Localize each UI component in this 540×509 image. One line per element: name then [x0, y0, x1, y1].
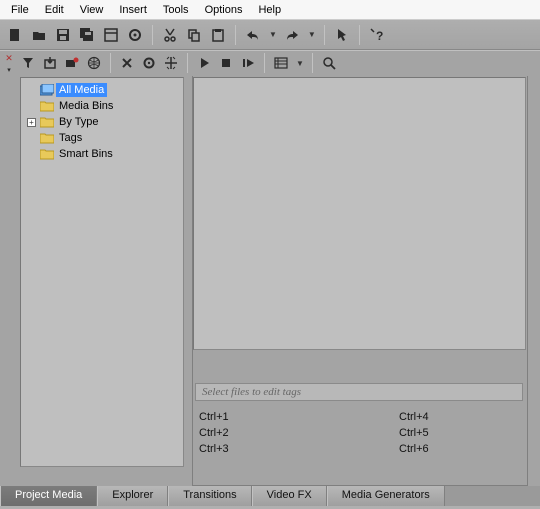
undo-icon[interactable]	[244, 26, 262, 44]
crosshair-icon[interactable]	[163, 55, 179, 71]
web-icon[interactable]	[86, 55, 102, 71]
tree-label: Smart Bins	[56, 147, 116, 161]
folder-icon	[40, 147, 54, 161]
gear2-icon[interactable]	[141, 55, 157, 71]
tree-label: All Media	[56, 83, 107, 97]
tree-row-tags[interactable]: Tags	[21, 130, 183, 146]
redo-dropdown-icon[interactable]: ▼	[308, 30, 316, 39]
tree-label: Tags	[56, 131, 85, 145]
cursor-icon[interactable]	[333, 26, 351, 44]
expand-icon[interactable]: +	[27, 118, 36, 127]
shortcut-cell[interactable]: Ctrl+4	[399, 409, 519, 425]
paste-icon[interactable]	[209, 26, 227, 44]
views-dropdown-icon[interactable]: ▼	[296, 59, 304, 68]
gear-icon[interactable]	[126, 26, 144, 44]
thumbnail-area[interactable]	[193, 77, 526, 350]
tree-label: By Type	[56, 115, 102, 129]
menu-insert[interactable]: Insert	[112, 2, 154, 18]
cut-icon[interactable]	[161, 26, 179, 44]
play-icon[interactable]	[196, 55, 212, 71]
tree-row-by-type[interactable]: + By Type	[21, 114, 183, 130]
tree-row-media-bins[interactable]: Media Bins	[21, 98, 183, 114]
views-icon[interactable]	[273, 55, 289, 71]
menu-help[interactable]: Help	[251, 2, 288, 18]
folder-icon	[40, 115, 54, 129]
menu-edit[interactable]: Edit	[38, 2, 71, 18]
filter-icon[interactable]	[20, 55, 36, 71]
menu-options[interactable]: Options	[198, 2, 250, 18]
tree-row-all-media[interactable]: All Media	[21, 82, 183, 98]
shortcut-cell[interactable]: Ctrl+5	[399, 425, 519, 441]
content-panel: Select files to edit tags Ctrl+1 Ctrl+4 …	[193, 77, 526, 509]
work-area: ✕▾ ▼ All Media Media Bins +	[0, 50, 540, 486]
shortcut-cell[interactable]: Ctrl+3	[199, 441, 399, 457]
media-toolbar: ✕▾ ▼	[0, 51, 540, 75]
folder-icon	[40, 131, 54, 145]
main-toolbar: ▼ ▼ ?	[0, 20, 540, 50]
record-icon[interactable]	[64, 55, 80, 71]
folder-icon	[40, 99, 54, 113]
search-icon[interactable]	[321, 55, 337, 71]
redo-icon[interactable]	[283, 26, 301, 44]
properties-icon[interactable]	[102, 26, 120, 44]
stop-icon[interactable]	[218, 55, 234, 71]
shortcut-cell[interactable]: Ctrl+2	[199, 425, 399, 441]
help-icon[interactable]: ?	[368, 26, 386, 44]
menu-tools[interactable]: Tools	[156, 2, 196, 18]
svg-text:?: ?	[376, 29, 383, 43]
play-from-icon[interactable]	[240, 55, 256, 71]
save-all-icon[interactable]	[78, 26, 96, 44]
open-icon[interactable]	[30, 26, 48, 44]
tree-row-smart-bins[interactable]: Smart Bins	[21, 146, 183, 162]
shortcut-cell[interactable]: Ctrl+1	[199, 409, 399, 425]
tree-label: Media Bins	[56, 99, 116, 113]
undo-dropdown-icon[interactable]: ▼	[269, 30, 277, 39]
save-icon[interactable]	[54, 26, 72, 44]
menu-file[interactable]: File	[4, 2, 36, 18]
shortcut-grid: Ctrl+1 Ctrl+4 Ctrl+2 Ctrl+5 Ctrl+3 Ctrl+…	[199, 409, 521, 457]
menu-bar: File Edit View Insert Tools Options Help	[0, 0, 540, 20]
copy-icon[interactable]	[185, 26, 203, 44]
tab-project-media[interactable]: Project Media	[0, 486, 97, 506]
new-icon[interactable]	[6, 26, 24, 44]
delete-icon[interactable]	[119, 55, 135, 71]
import-icon[interactable]	[42, 55, 58, 71]
shortcut-cell[interactable]: Ctrl+6	[399, 441, 519, 457]
tag-prompt[interactable]: Select files to edit tags	[195, 383, 523, 401]
tab-explorer[interactable]: Explorer	[97, 486, 168, 506]
close-icon[interactable]: ✕▾	[4, 54, 14, 72]
allmedia-icon	[40, 83, 54, 97]
media-tree: All Media Media Bins + By Type Tags Smar…	[20, 77, 184, 467]
menu-view[interactable]: View	[73, 2, 111, 18]
